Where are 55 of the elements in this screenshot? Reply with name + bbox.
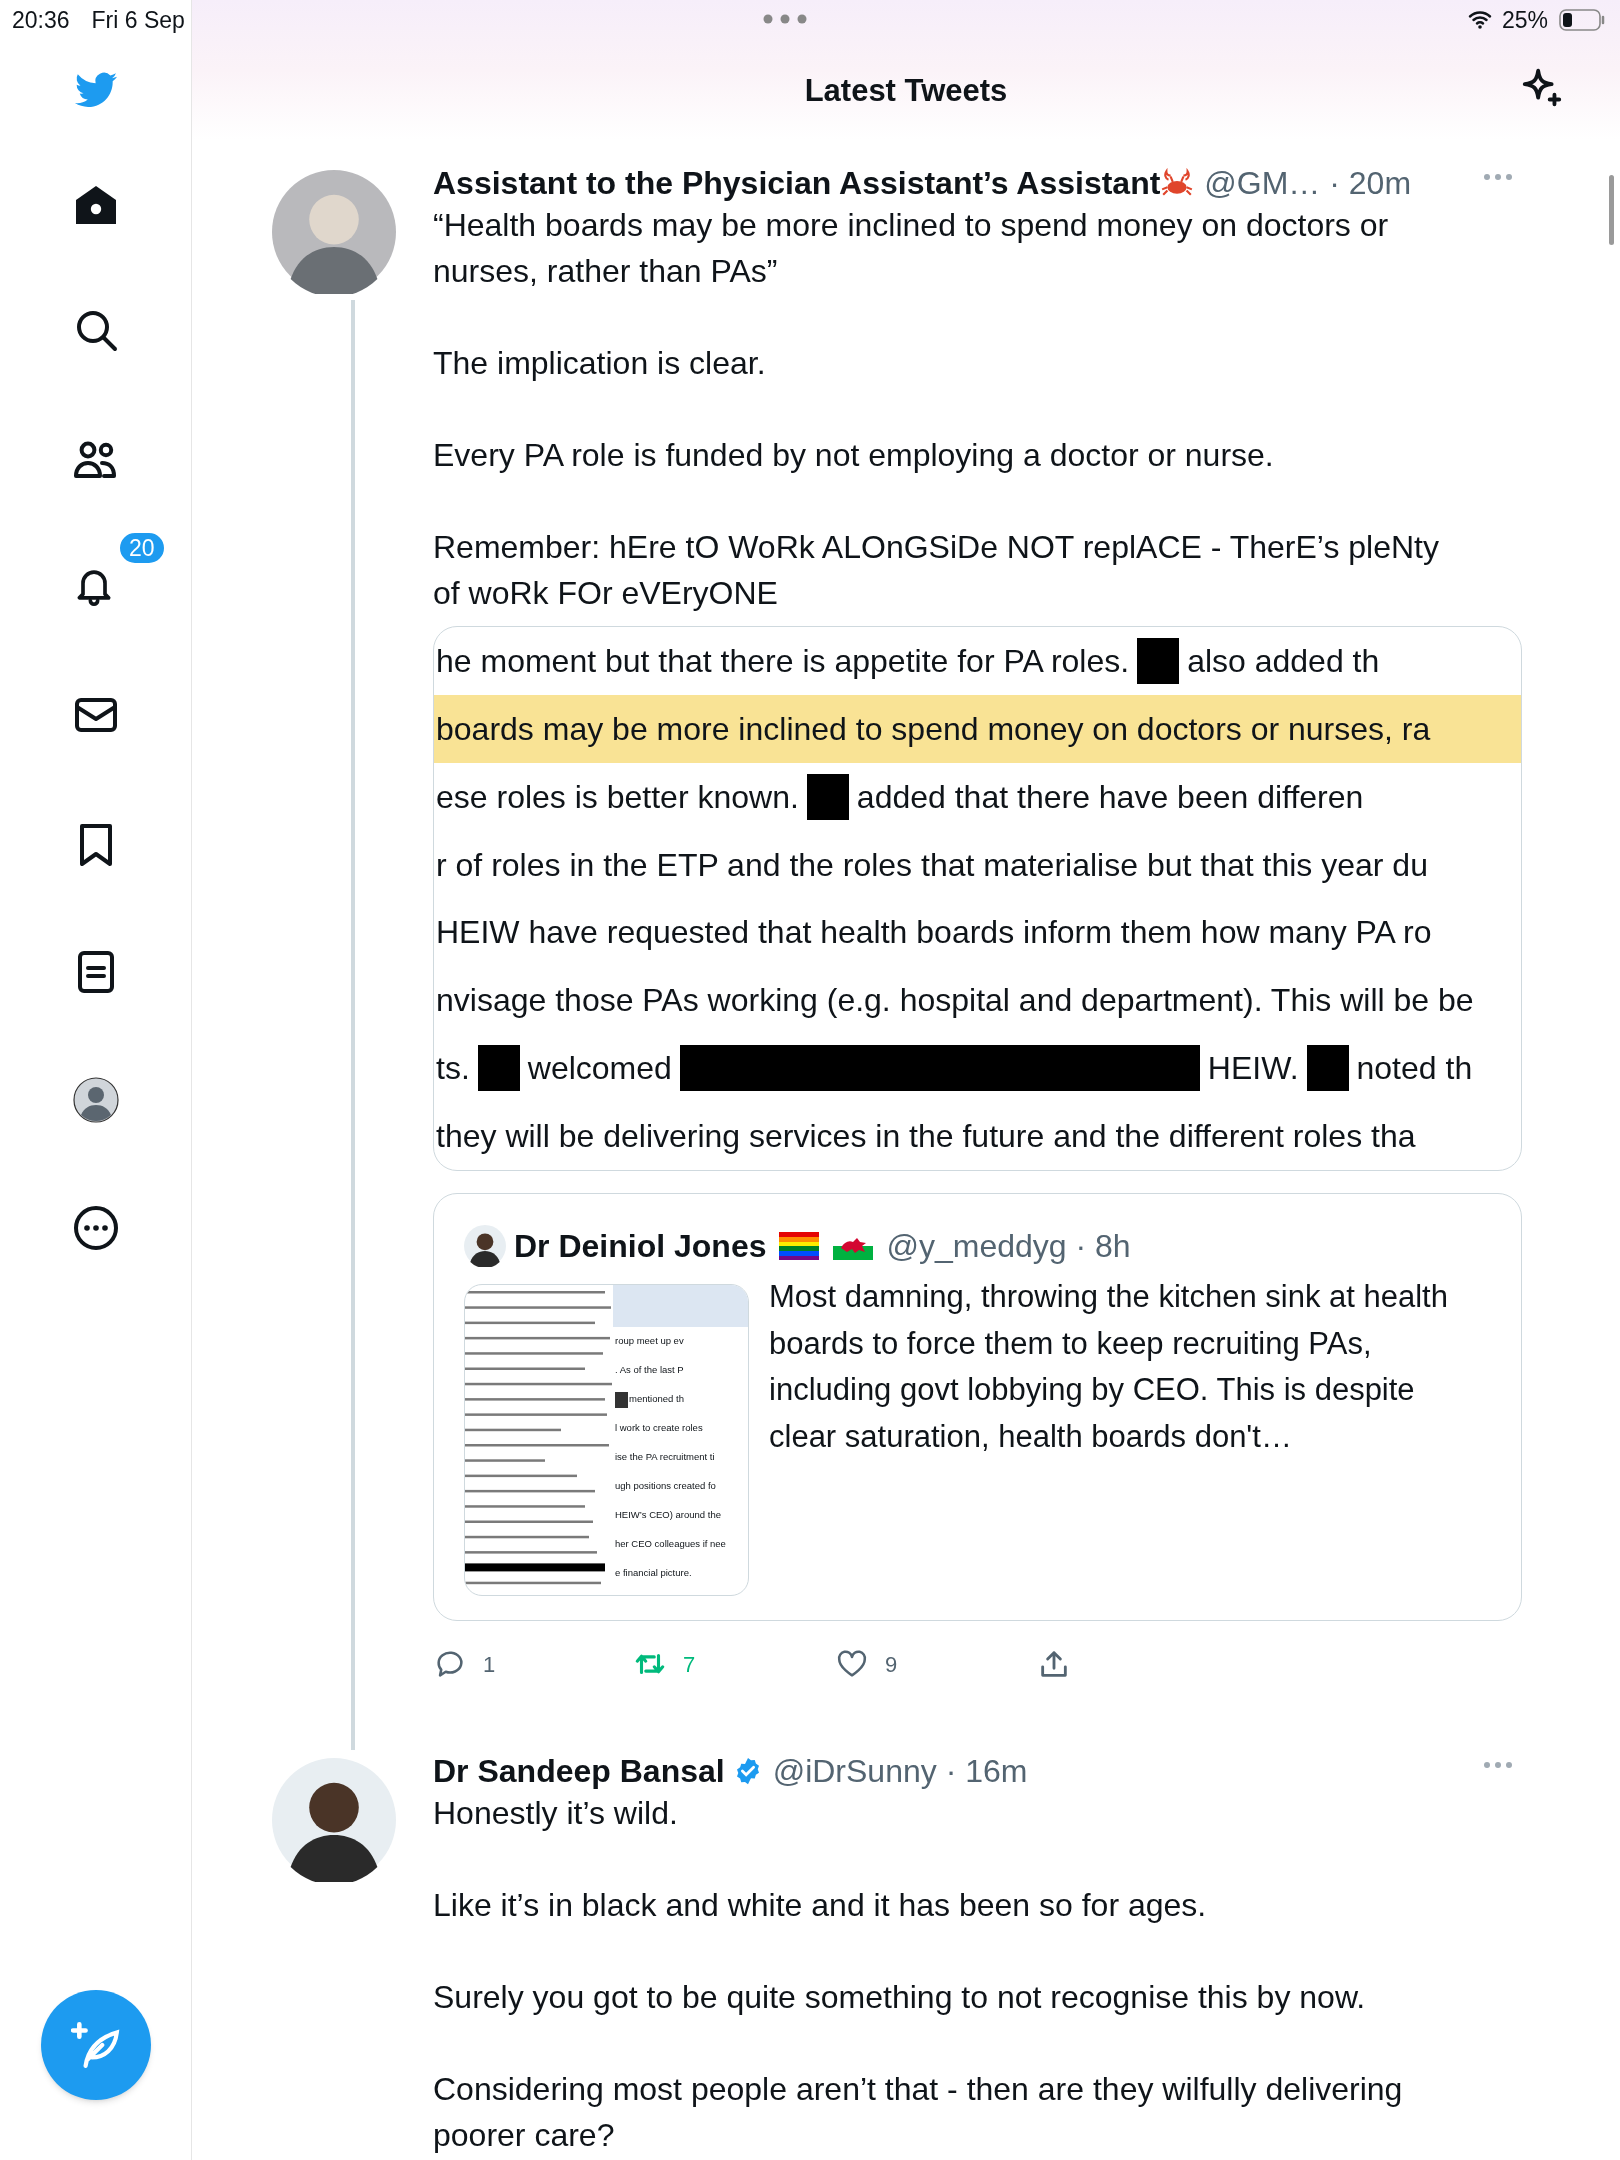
document-thumbnail[interactable]: roup meet up ev . As of the last P mentioned th l work to create roles ise the PA recruitment ti ugh positions created fo HEIW’s CEO) around the her CEO colleagues if nee e financial picture.: [464, 1284, 749, 1596]
multitask-dots-icon[interactable]: [763, 13, 807, 25]
status-date: Fri 6 Sep: [91, 5, 185, 35]
document-line: also added th: [1187, 641, 1380, 681]
document-line: roup meet up ev: [615, 1334, 684, 1349]
handle-and-time: @GM… · 20m: [1204, 164, 1412, 203]
quoted-tweet-card[interactable]: [433, 1193, 1522, 1621]
redaction-bar: [615, 1391, 628, 1408]
page-title: Latest Tweets: [804, 72, 1008, 110]
document-line: HEIW.: [1207, 1049, 1299, 1089]
document-line: . As of the last P: [615, 1363, 684, 1378]
document-line: boards may be more inclined to spend money on doctors or nurses, ra: [436, 709, 1431, 749]
quoted-tweet-text: Most damning, throwing the kitchen sink at health boards to force them to keep recruiting PAs, including govt lobbying by CEO. This is despite clear saturation, health boards don't…: [769, 1278, 1449, 1456]
tweet-text: “Health boards may be more inclined to spend money on doctors or nurses, rather than PAs” The implication is clear. Every PA role is funded by not employing a doctor or nurse. Remember: hEre tO WoRk ALOnGSiDe NOT replACE - TherE’s pleNty of woRk FOr eVEryONE: [433, 206, 1440, 613]
tweet-text: Honestly it’s wild. Like it’s in black and white and it has been so for ages. Surely you got to be quite something to not recognise this by now. Considering most people aren’t that - then are they wilfully delivering poorer care?: [433, 1794, 1404, 2155]
handle-and-time: @y_meddyg · 8h: [886, 1227, 1131, 1266]
like-button[interactable]: 9: [835, 1647, 1037, 1681]
document-line: e financial picture.: [615, 1566, 692, 1581]
document-image[interactable]: [433, 626, 1522, 1171]
document-line: l work to create roles: [615, 1421, 703, 1436]
author-name[interactable]: Assistant to the Physician Assistant’s Assistant: [433, 159, 1161, 207]
document-line: nvisage those PAs working (e.g. hospital and department). This will be be: [436, 981, 1474, 1021]
reply-button[interactable]: 1: [433, 1647, 633, 1681]
document-line: ese roles is better known.: [436, 777, 799, 817]
document-line: added that there have been differen: [856, 777, 1364, 817]
redaction-bar: [477, 1045, 520, 1092]
document-line: her CEO colleagues if nee: [615, 1537, 726, 1552]
document-line: r of roles in the ETP and the roles that materialise but that this year du: [436, 845, 1428, 885]
document-line: ugh positions created fo: [615, 1479, 716, 1494]
status-time: 20:36: [12, 5, 70, 35]
document-line: ts.: [436, 1049, 470, 1089]
redaction-bar: [806, 773, 849, 820]
battery-percent: 25%: [1501, 5, 1548, 35]
compose-icon: [71, 2020, 121, 2070]
document-line: welcomed: [527, 1049, 672, 1089]
profile-avatar-icon[interactable]: [72, 1076, 120, 1124]
document-line: ise the PA recruitment ti: [615, 1450, 715, 1465]
more-icon[interactable]: [72, 1204, 120, 1252]
author-name[interactable]: Dr Deiniol Jones: [514, 1222, 767, 1270]
rainbow-flag-icon: [778, 1232, 819, 1260]
crab-icon: [1160, 168, 1195, 198]
avatar-icon[interactable]: [272, 1758, 396, 1882]
redaction-bar: [1137, 637, 1180, 684]
handle-and-time: @iDrSunny · 16m: [772, 1752, 1028, 1791]
avatar-icon[interactable]: [464, 1225, 506, 1267]
document-line: they will be delivering services in the future and the different roles tha: [436, 1117, 1416, 1157]
document-line: HEIW have requested that health boards inform them how many PA ro: [436, 913, 1432, 953]
notification-badge: 20: [118, 531, 166, 565]
document-line: mentioned th: [629, 1392, 684, 1407]
document-line: HEIW’s CEO) around the: [615, 1508, 721, 1523]
document-line: noted th: [1356, 1049, 1473, 1089]
scrollbar: [1609, 175, 1614, 245]
author-name[interactable]: Dr Sandeep Bansal: [433, 1747, 725, 1795]
redaction-bar: [1306, 1045, 1349, 1092]
document-line: he moment but that there is appetite for PA roles.: [436, 641, 1130, 681]
